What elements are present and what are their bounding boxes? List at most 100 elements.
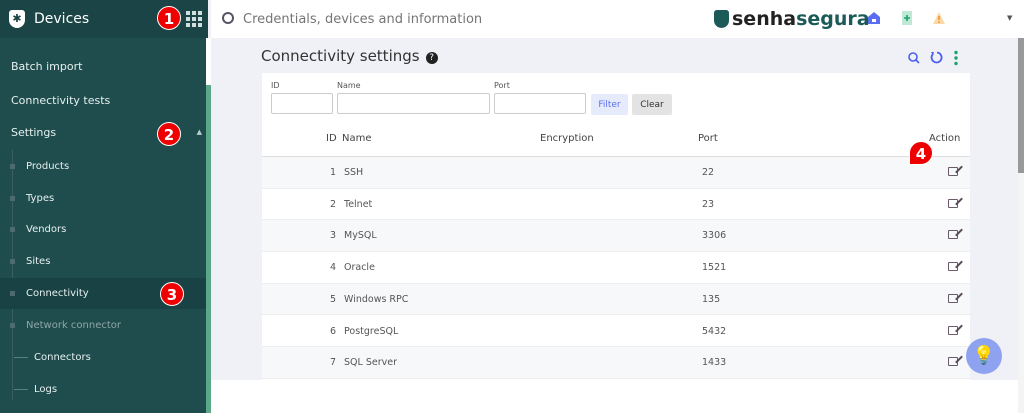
cell-port: 1433 xyxy=(702,357,727,369)
home-icon[interactable] xyxy=(867,11,881,25)
sidebar-title: Devices xyxy=(34,11,90,27)
sidebar-item-products[interactable]: Products xyxy=(0,151,208,182)
page-scrollbar[interactable] xyxy=(1018,38,1024,413)
sidebar-item-vendors[interactable]: Vendors xyxy=(0,214,208,245)
edit-icon[interactable] xyxy=(948,293,958,303)
cell-name: SSH xyxy=(344,167,364,178)
sidebar-item-logs[interactable]: Logs xyxy=(0,374,208,405)
tree-branch xyxy=(14,389,28,390)
filter-name-label: Name xyxy=(337,81,361,90)
cell-port: 23 xyxy=(702,198,715,210)
tree-branch xyxy=(14,357,28,358)
table-row: 2 Telnet 23 xyxy=(262,189,970,221)
cell-port: 5432 xyxy=(702,325,727,337)
edit-icon[interactable] xyxy=(948,262,958,272)
annotation-badge: 2 xyxy=(157,122,181,146)
clear-button[interactable]: Clear xyxy=(632,94,672,115)
cell-id: 5 xyxy=(329,293,336,305)
cell-name: MySQL xyxy=(344,230,377,242)
edit-icon[interactable] xyxy=(948,230,958,240)
cell-id: 4 xyxy=(329,262,336,274)
edit-icon[interactable] xyxy=(948,357,958,367)
page-title: Connectivity settings? xyxy=(261,47,438,65)
bullet-icon xyxy=(10,259,15,264)
cell-port: 135 xyxy=(702,293,721,305)
cell-port: 1521 xyxy=(702,262,727,274)
sidebar-item-types[interactable]: Types xyxy=(0,183,208,214)
cell-id: 3 xyxy=(329,230,336,242)
cell-name: SQL Server xyxy=(344,357,397,369)
cell-name: Telnet xyxy=(344,198,373,210)
page-title-text: Connectivity settings xyxy=(261,47,420,65)
filter-button[interactable]: Filter xyxy=(591,94,628,115)
label: Logs xyxy=(34,384,58,395)
label: Batch import xyxy=(11,60,83,73)
annotation-badge: 3 xyxy=(160,282,184,306)
lightbulb-help-button[interactable]: 💡 xyxy=(966,338,1002,374)
cell-port: 3306 xyxy=(702,230,727,242)
caret-up-icon: ▲ xyxy=(196,128,202,136)
sidebar-item-connectors[interactable]: Connectors xyxy=(0,342,208,373)
bullet-icon xyxy=(10,227,15,232)
sidebar-item-sites[interactable]: Sites xyxy=(0,246,208,277)
cell-id: 2 xyxy=(329,198,336,210)
cell-id: 7 xyxy=(329,357,336,369)
table-row: 6 PostgreSQL 5432 xyxy=(262,316,970,348)
brand-text-accent: segura xyxy=(796,8,870,30)
cell-name: PostgreSQL xyxy=(344,325,399,337)
table-row: 5 Windows RPC 135 xyxy=(262,283,970,316)
filter-port-input[interactable] xyxy=(494,93,586,114)
search-icon xyxy=(222,12,234,24)
scrollbar-thumb[interactable] xyxy=(1018,38,1024,173)
filter-id-label: ID xyxy=(271,81,280,90)
sidebar-item-batch-import[interactable]: Batch import xyxy=(0,51,208,82)
bullet-icon xyxy=(10,164,15,169)
filter-id-input[interactable] xyxy=(271,93,333,114)
label: Sites xyxy=(26,256,51,267)
sidebar: ✱ Devices Batch import Connectivity test… xyxy=(0,0,208,413)
footer xyxy=(211,380,1018,413)
help-icon[interactable]: ? xyxy=(425,52,438,64)
label: Products xyxy=(26,161,70,172)
label: Settings xyxy=(11,126,57,139)
annotation-badge: 1 xyxy=(157,6,181,30)
more-options-icon[interactable] xyxy=(953,50,959,66)
annotation-badge: 4 xyxy=(909,141,933,165)
cell-id: 1 xyxy=(329,167,336,178)
main-content: Connectivity settings? ID Name Port Filt… xyxy=(211,38,1018,383)
cell-port: 22 xyxy=(702,167,715,178)
refresh-icon[interactable] xyxy=(930,51,943,64)
global-search-input[interactable] xyxy=(243,9,663,29)
bullet-icon xyxy=(10,291,15,296)
column-header-name[interactable]: Name xyxy=(342,133,372,144)
column-header-encryption[interactable]: Encryption xyxy=(540,133,594,144)
edit-icon[interactable] xyxy=(948,198,958,208)
brand-shield-icon xyxy=(714,10,729,28)
search-toggle-icon[interactable] xyxy=(908,52,920,64)
warning-icon[interactable] xyxy=(932,11,946,25)
label: Vendors xyxy=(26,224,67,235)
cell-name: Oracle xyxy=(344,262,375,274)
table-row: 1 SSH 22 xyxy=(262,157,970,189)
edit-icon[interactable] xyxy=(948,167,958,176)
new-document-icon[interactable] xyxy=(900,11,914,25)
label: Network connector xyxy=(26,320,122,331)
bullet-icon xyxy=(10,323,15,328)
user-menu-caret-icon[interactable]: ▼ xyxy=(1007,14,1012,22)
column-header-id[interactable]: ID xyxy=(326,133,337,144)
label: Connectivity xyxy=(26,288,89,299)
filter-port-label: Port xyxy=(494,81,510,90)
bullet-icon xyxy=(10,196,15,201)
column-header-action: Action xyxy=(929,133,961,144)
sidebar-item-connectivity-tests[interactable]: Connectivity tests xyxy=(0,85,208,116)
apps-grid-icon[interactable] xyxy=(186,11,202,27)
label: Connectivity tests xyxy=(11,94,111,107)
sidebar-item-network-connector[interactable]: Network connector xyxy=(0,310,208,341)
column-header-port[interactable]: Port xyxy=(698,133,718,144)
label: Connectors xyxy=(34,352,91,363)
table-row: 4 Oracle 1521 xyxy=(262,252,970,284)
brand-text: senha xyxy=(732,8,797,30)
edit-icon[interactable] xyxy=(948,325,958,335)
shield-logo-icon: ✱ xyxy=(9,10,25,28)
filter-name-input[interactable] xyxy=(337,93,490,114)
